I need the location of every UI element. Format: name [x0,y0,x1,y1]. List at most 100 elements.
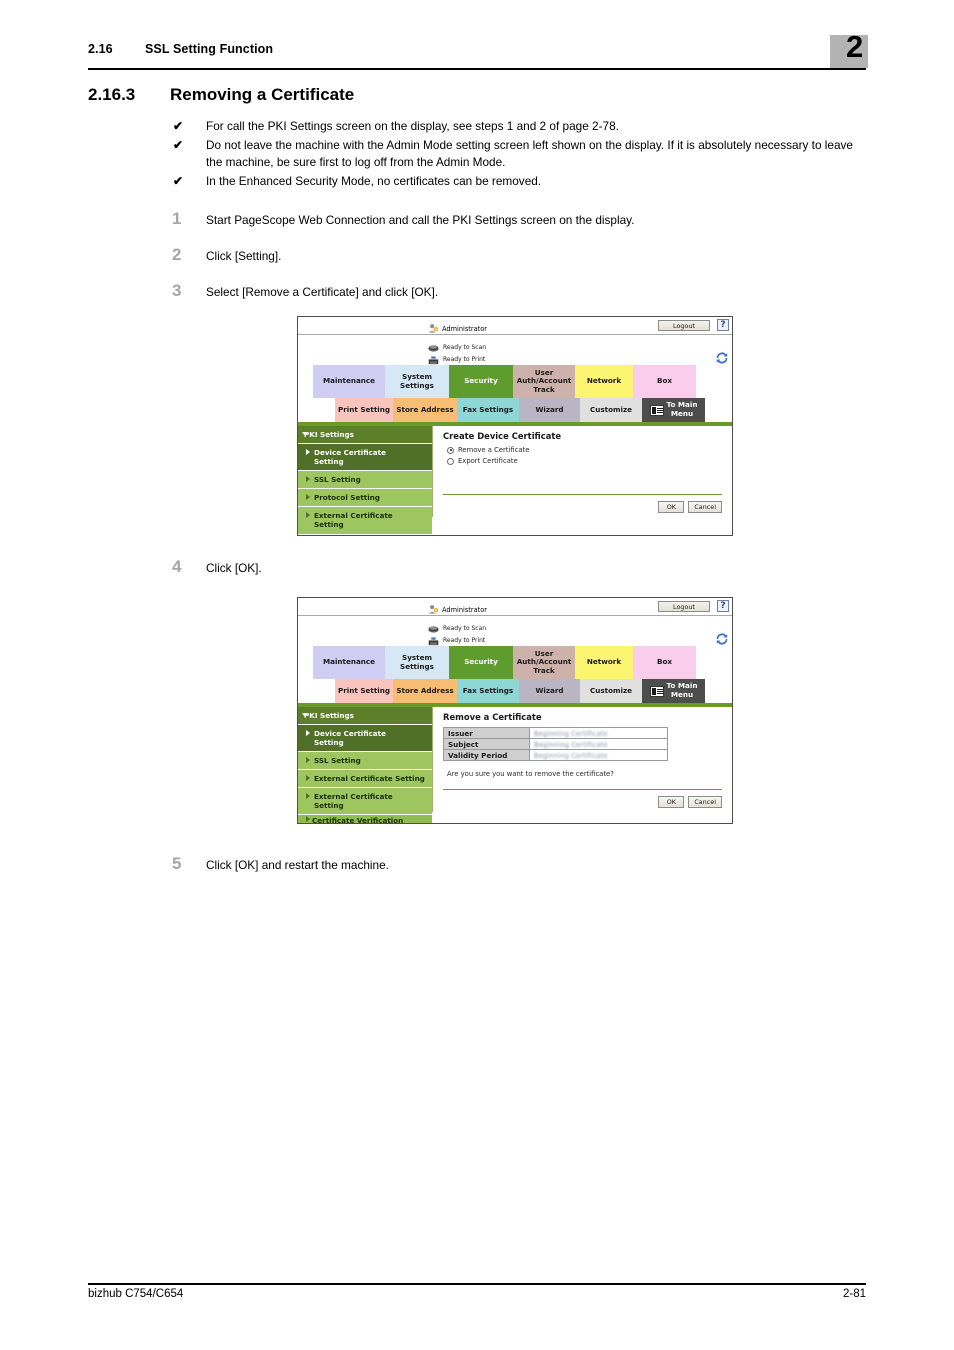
table-value-issuer: Beginning Certificate [529,727,668,739]
content-divider [443,789,722,790]
sidebar-item-ssl-setting[interactable]: SSL Setting [298,471,432,489]
note-item: ✔ For call the PKI Settings screen on th… [173,118,863,135]
page-title: Removing a Certificate [170,85,355,104]
step-text-1: Start PageScope Web Connection and call … [206,213,635,227]
tab-wizard[interactable]: Wizard [519,398,580,422]
to-main-menu-label: To Main Menu [666,400,698,418]
tab-fax-settings[interactable]: Fax Settings [457,679,519,703]
sidebar-item-ssl-setting[interactable]: SSL Setting [298,752,432,770]
tab-store-address[interactable]: Store Address [393,398,457,422]
notes-list: ✔ For call the PKI Settings screen on th… [173,118,863,192]
help-icon[interactable]: ? [717,600,729,612]
action-buttons: OK Cancel [441,497,724,513]
tab-network[interactable]: Network [575,646,633,679]
tab-system-settings[interactable]: System Settings [385,365,449,398]
sidebar-label: PKI Settings [304,430,354,439]
note-item: ✔ Do not leave the machine with the Admi… [173,137,863,171]
sidebar-item-protocol-setting[interactable]: External Certificate Setting [298,770,432,788]
chevron-right-icon [306,775,310,781]
status-print-label: Ready to Print [443,356,486,363]
tab-maintenance[interactable]: Maintenance [313,365,385,398]
tab-store-address[interactable]: Store Address [393,679,457,703]
ok-button[interactable]: OK [658,501,685,513]
content-title: Remove a Certificate [443,712,542,722]
sidebar-label: SSL Setting [314,756,361,765]
tab-box[interactable]: Box [633,646,696,679]
tab-user-auth-account-track[interactable]: User Auth/Account Track [513,646,575,679]
tab-print-setting[interactable]: Print Setting [335,398,393,422]
sidebar-label: PKI Settings [304,711,354,720]
chevron-right-icon [306,494,310,500]
action-buttons: OK Cancel [441,792,724,808]
tab-fax-settings[interactable]: Fax Settings [457,398,519,422]
chevron-right-icon [306,816,310,822]
step-number-4: 4 [172,557,182,576]
tab-wizard[interactable]: Wizard [519,679,580,703]
table-row: Validity Period Beginning Certificate [443,749,668,761]
refresh-icon[interactable] [716,630,728,645]
sidebar-item-pki-settings[interactable]: PKI Settings [298,707,432,725]
main-menu-icon [649,404,664,416]
logout-button[interactable]: Logout [658,600,710,612]
step-number-1: 1 [172,209,182,228]
tab-system-settings[interactable]: System Settings [385,646,449,679]
tab-box[interactable]: Box [633,365,696,398]
refresh-icon[interactable] [716,349,728,364]
chevron-down-icon [302,713,308,717]
radio-icon[interactable] [447,446,454,454]
sidebar-item-external-certificate-setting[interactable]: External Certificate Setting [298,507,432,535]
to-main-menu-label: To Main Menu [666,681,698,699]
secondary-tab-row: Print Setting Store Address Fax Settings… [298,679,732,703]
sidebar-item-external-certificate-setting[interactable]: External Certificate Setting [298,788,432,815]
step-text-4: Click [OK]. [206,561,262,575]
primary-tab-row: Maintenance System Settings Security User… [298,646,732,679]
table-row: Subject Beginning Certificate [443,738,668,750]
help-icon[interactable]: ? [717,319,729,331]
radio-icon[interactable] [447,457,454,465]
sidebar-label: External Certificate Setting [314,511,393,529]
main-menu-icon [649,685,664,697]
tab-network[interactable]: Network [575,365,633,398]
chapter-badge-number: 2 [846,29,864,64]
tab-security[interactable]: Security [449,646,513,679]
primary-tab-row: Maintenance System Settings Security User… [298,365,732,398]
status-print-label: Ready to Print [443,637,486,644]
tab-maintenance[interactable]: Maintenance [313,646,385,679]
to-main-menu-button[interactable]: To Main Menu [642,679,705,703]
footer-divider [88,1283,866,1285]
printer-icon [428,631,439,650]
content-title: Create Device Certificate [443,431,562,441]
status-print: Ready to Print [428,350,485,369]
logout-button[interactable]: Logout [658,319,710,331]
cancel-button[interactable]: Cancel [688,796,722,808]
admin-label: Administrator [442,605,487,614]
step-number-2: 2 [172,245,182,264]
tab-customize[interactable]: Customize [580,398,642,422]
tab-security[interactable]: Security [449,365,513,398]
cancel-button[interactable]: Cancel [688,501,722,513]
sidebar-label: Device Certificate Setting [314,729,386,747]
ui-body: PKI Settings Device Certificate Setting S… [298,707,732,823]
sidebar-item-pki-settings[interactable]: PKI Settings [298,426,432,444]
sidebar-label: Certificate Verification [312,816,404,823]
sidebar-item-certificate-verification[interactable]: Certificate Verification [298,815,432,823]
to-main-menu-button[interactable]: To Main Menu [642,398,705,422]
sidebar-item-device-certificate-setting[interactable]: Device Certificate Setting [298,444,432,471]
table-key-validity-period: Validity Period [443,749,530,761]
chevron-right-icon [306,793,310,799]
sidebar-item-protocol-setting[interactable]: Protocol Setting [298,489,432,507]
tab-user-auth-account-track[interactable]: User Auth/Account Track [513,365,575,398]
footer-product-name: bizhub C754/C654 [88,1288,184,1300]
option-export-certificate[interactable]: Export Certificate [447,457,724,465]
web-ui-topbar: Administrator Logout ? [298,317,732,335]
secondary-tab-row: Print Setting Store Address Fax Settings… [298,398,732,422]
tab-customize[interactable]: Customize [580,679,642,703]
checkmark-icon: ✔ [173,138,184,152]
option-remove-a-certificate[interactable]: Remove a Certificate [447,446,724,454]
checkmark-icon: ✔ [173,174,184,188]
chevron-right-icon [306,730,310,736]
sidebar-label: Protocol Setting [314,493,380,502]
sidebar-item-device-certificate-setting[interactable]: Device Certificate Setting [298,725,432,752]
ok-button[interactable]: OK [658,796,685,808]
tab-print-setting[interactable]: Print Setting [335,679,393,703]
